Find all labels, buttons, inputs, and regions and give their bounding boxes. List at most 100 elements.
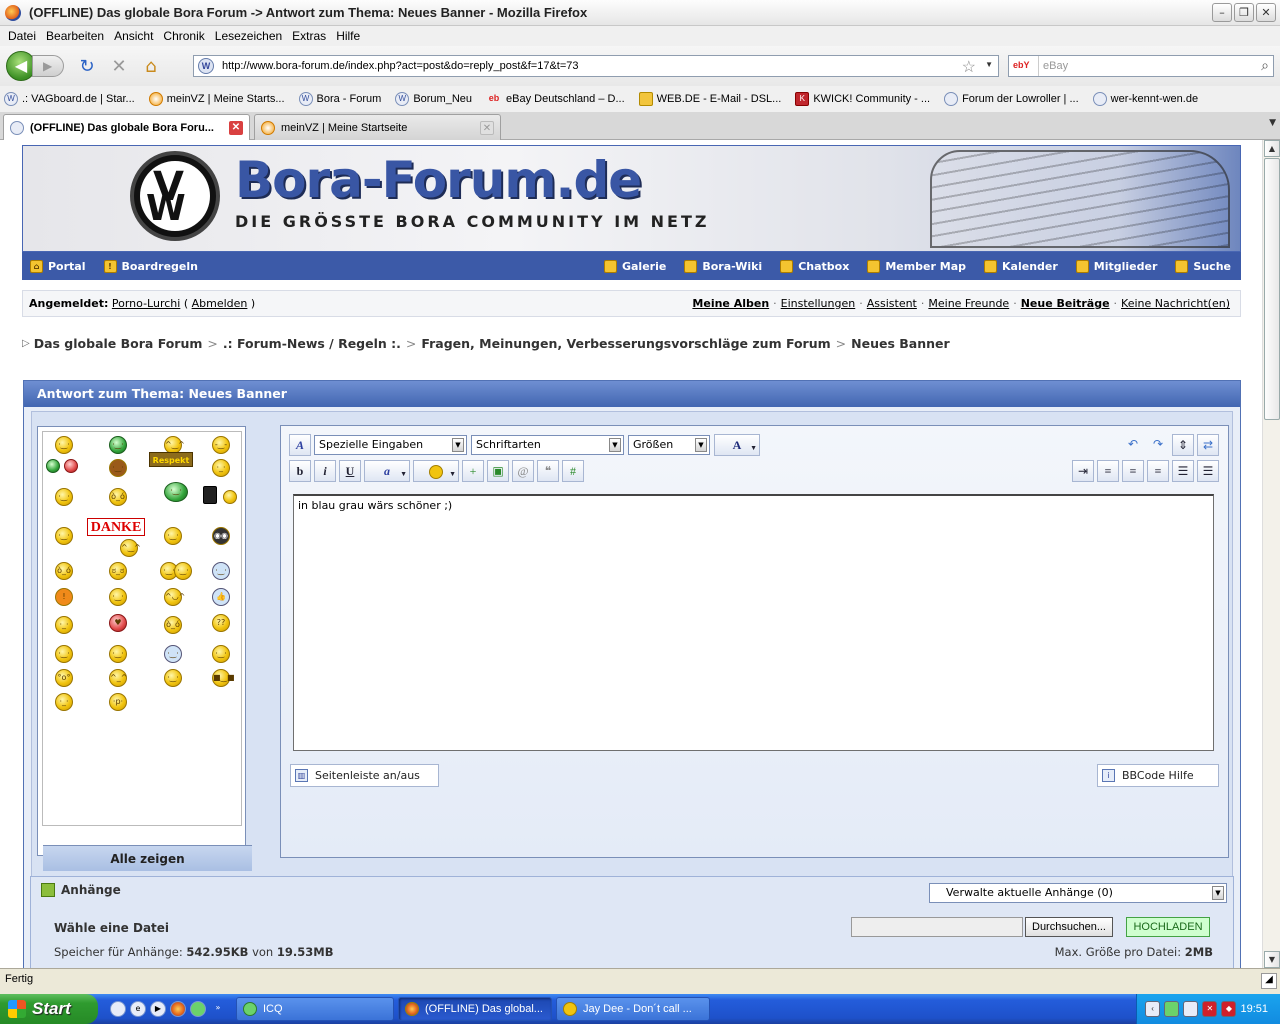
tab-list-icon[interactable]: ▼	[1269, 118, 1276, 128]
security-shield-icon[interactable]: ◆	[1221, 1001, 1237, 1017]
smiley-icon[interactable]: ??	[212, 614, 230, 632]
scroll-thumb[interactable]	[1264, 158, 1280, 420]
insert-email-icon[interactable]: @	[512, 460, 534, 482]
numbered-list-icon[interactable]: ☰	[1172, 460, 1194, 482]
align-left-icon[interactable]: ≡	[1097, 460, 1119, 482]
bullet-list-icon[interactable]: ☰	[1197, 460, 1219, 482]
browse-button[interactable]: Durchsuchen...	[1025, 917, 1113, 937]
start-button[interactable]: Start	[0, 994, 98, 1024]
menu-lesezeichen[interactable]: Lesezeichen	[210, 29, 287, 43]
breadcrumb-fragen[interactable]: Fragen, Meinungen, Verbesserungsvorschlä…	[421, 336, 830, 351]
smiley-icon[interactable]: ·‿·	[212, 645, 230, 663]
scroll-down-icon[interactable]: ▼	[1264, 951, 1280, 968]
insert-code-icon[interactable]: #	[562, 460, 584, 482]
smiley-icon[interactable]: ·‿·	[55, 645, 73, 663]
bookmark-vagboard[interactable]: W.: VAGboard.de | Star...	[0, 92, 135, 106]
media-player-icon[interactable]: ▶	[150, 1001, 166, 1017]
file-path-input[interactable]	[851, 917, 1023, 937]
smiley-icon[interactable]: ■‿■	[212, 669, 235, 687]
username-link[interactable]: Porno-Lurchi	[112, 297, 180, 310]
bold-button[interactable]: b	[289, 460, 311, 482]
smiley-icon[interactable]: ^◡^	[164, 588, 185, 606]
show-all-smileys-button[interactable]: Alle zeigen	[43, 845, 252, 871]
link-meine-alben[interactable]: Meine Alben	[692, 297, 769, 310]
bookmark-webde[interactable]: WEB.DE - E-Mail - DSL...	[635, 92, 781, 106]
icq-icon[interactable]	[190, 1001, 206, 1017]
taskbar-firefox[interactable]: (OFFLINE) Das global...	[398, 997, 552, 1021]
smiley-icon[interactable]: 👍	[212, 588, 230, 606]
smiley-icon[interactable]	[64, 459, 78, 473]
smiley-icon[interactable]: ·‿·	[164, 669, 182, 687]
nav-galerie[interactable]: Galerie	[596, 259, 666, 273]
forward-button[interactable]: ▶	[32, 55, 64, 77]
smiley-icon[interactable]: ·‿·	[109, 459, 127, 477]
url-dropdown-icon[interactable]: ▼	[985, 60, 993, 69]
page-scrollbar[interactable]: ▲ ▼	[1262, 140, 1280, 968]
indent-icon[interactable]: ⇥	[1072, 460, 1094, 482]
smiley-icon[interactable]: ·‿·	[55, 488, 73, 506]
upload-button[interactable]: HOCHLADEN	[1126, 917, 1210, 937]
bookmark-ebay[interactable]: eb eBay Deutschland – D...	[482, 92, 625, 106]
emoticon-button[interactable]: ▼	[413, 460, 459, 482]
tray-expand-icon[interactable]: ‹	[1145, 1001, 1161, 1017]
smiley-icon[interactable]: -‿-	[212, 436, 230, 454]
smiley-icon[interactable]: ·‿·	[55, 436, 73, 454]
quick-launch-more-icon[interactable]: »	[210, 1001, 226, 1017]
smiley-icon[interactable]: ò_ó	[164, 616, 182, 634]
close-tab-icon[interactable]: ✕	[480, 121, 494, 135]
resize-icon[interactable]: ⇕	[1172, 434, 1194, 456]
icq-tray-icon[interactable]	[1164, 1001, 1180, 1017]
bookmark-borum-neu[interactable]: W Borum_Neu	[391, 92, 472, 106]
tab-bora-forum[interactable]: (OFFLINE) Das globale Bora Foru... ✕	[3, 114, 250, 140]
beer-smiley-icon[interactable]	[203, 486, 217, 504]
network-icon[interactable]	[1183, 1001, 1199, 1017]
bookmark-star-icon[interactable]: ☆	[962, 57, 976, 77]
reload-icon[interactable]: ↻	[74, 56, 100, 77]
smiley-icon[interactable]: ·‿·	[164, 482, 188, 502]
nav-portal[interactable]: ⌂ Portal	[22, 259, 86, 273]
bookmark-meinvz[interactable]: meinVZ | Meine Starts...	[145, 92, 285, 106]
url-bar[interactable]: W http://www.bora-forum.de/index.php?act…	[193, 55, 999, 77]
link-einstellungen[interactable]: Einstellungen	[781, 297, 856, 310]
stop-icon[interactable]: ✕	[106, 56, 132, 77]
nav-kalender[interactable]: Kalender	[976, 259, 1058, 273]
smiley-icon[interactable]: ·‿·	[109, 645, 127, 663]
smiley-icon[interactable]: ·‿·	[109, 436, 127, 454]
antivirus-icon[interactable]: ✕	[1202, 1001, 1218, 1017]
font-size-select[interactable]: Größen ▼	[628, 435, 710, 455]
smiley-icon[interactable]: ·p·	[109, 693, 127, 711]
menu-hilfe[interactable]: Hilfe	[331, 29, 365, 43]
menu-ansicht[interactable]: Ansicht	[109, 29, 158, 43]
italic-button[interactable]: i	[314, 460, 336, 482]
danke-smiley-icon[interactable]: DANKE	[87, 518, 145, 536]
close-tab-icon[interactable]: ✕	[229, 121, 243, 135]
nav-chatbox[interactable]: Chatbox	[772, 259, 849, 273]
link-meine-freunde[interactable]: Meine Freunde	[928, 297, 1009, 310]
minimize-button[interactable]: –	[1212, 3, 1232, 22]
smiley-icon[interactable]: ·_·	[55, 693, 73, 711]
smiley-icon[interactable]: ಠ_ಠ	[109, 562, 127, 580]
nav-mitglieder[interactable]: Mitglieder	[1068, 259, 1157, 273]
smiley-icon[interactable]: ·_·	[212, 459, 230, 477]
message-textarea[interactable]: in blau grau wärs schöner ;)	[293, 494, 1214, 751]
smiley-icon[interactable]	[223, 490, 237, 504]
resize-grip-icon[interactable]: ◢	[1261, 973, 1277, 989]
search-engine-icon[interactable]: ebY	[1009, 56, 1039, 76]
scroll-up-icon[interactable]: ▲	[1264, 140, 1280, 157]
smiley-icon[interactable]: ò_ó	[55, 562, 73, 580]
align-right-icon[interactable]: ≡	[1147, 460, 1169, 482]
insert-quote-icon[interactable]: ❝	[537, 460, 559, 482]
menu-bearbeiten[interactable]: Bearbeiten	[41, 29, 109, 43]
bookmark-lowroller[interactable]: Forum der Lowroller | ...	[940, 92, 1079, 106]
smiley-icon[interactable]: ◉◉	[212, 527, 230, 545]
tab-meinvz[interactable]: meinVZ | Meine Startseite ✕	[254, 114, 501, 140]
internet-explorer-icon[interactable]: e	[130, 1001, 146, 1017]
home-icon[interactable]: ⌂	[138, 56, 164, 77]
menu-datei[interactable]: Datei	[3, 29, 41, 43]
menu-chronik[interactable]: Chronik	[158, 29, 209, 43]
breadcrumb-news[interactable]: .: Forum-News / Regeln :.	[223, 336, 401, 351]
redo-icon[interactable]: ↷	[1147, 434, 1169, 456]
smiley-icon[interactable]	[46, 459, 60, 473]
breadcrumb-forum[interactable]: Das globale Bora Forum	[34, 336, 203, 351]
font-color-button[interactable]: A ▼	[714, 434, 760, 456]
